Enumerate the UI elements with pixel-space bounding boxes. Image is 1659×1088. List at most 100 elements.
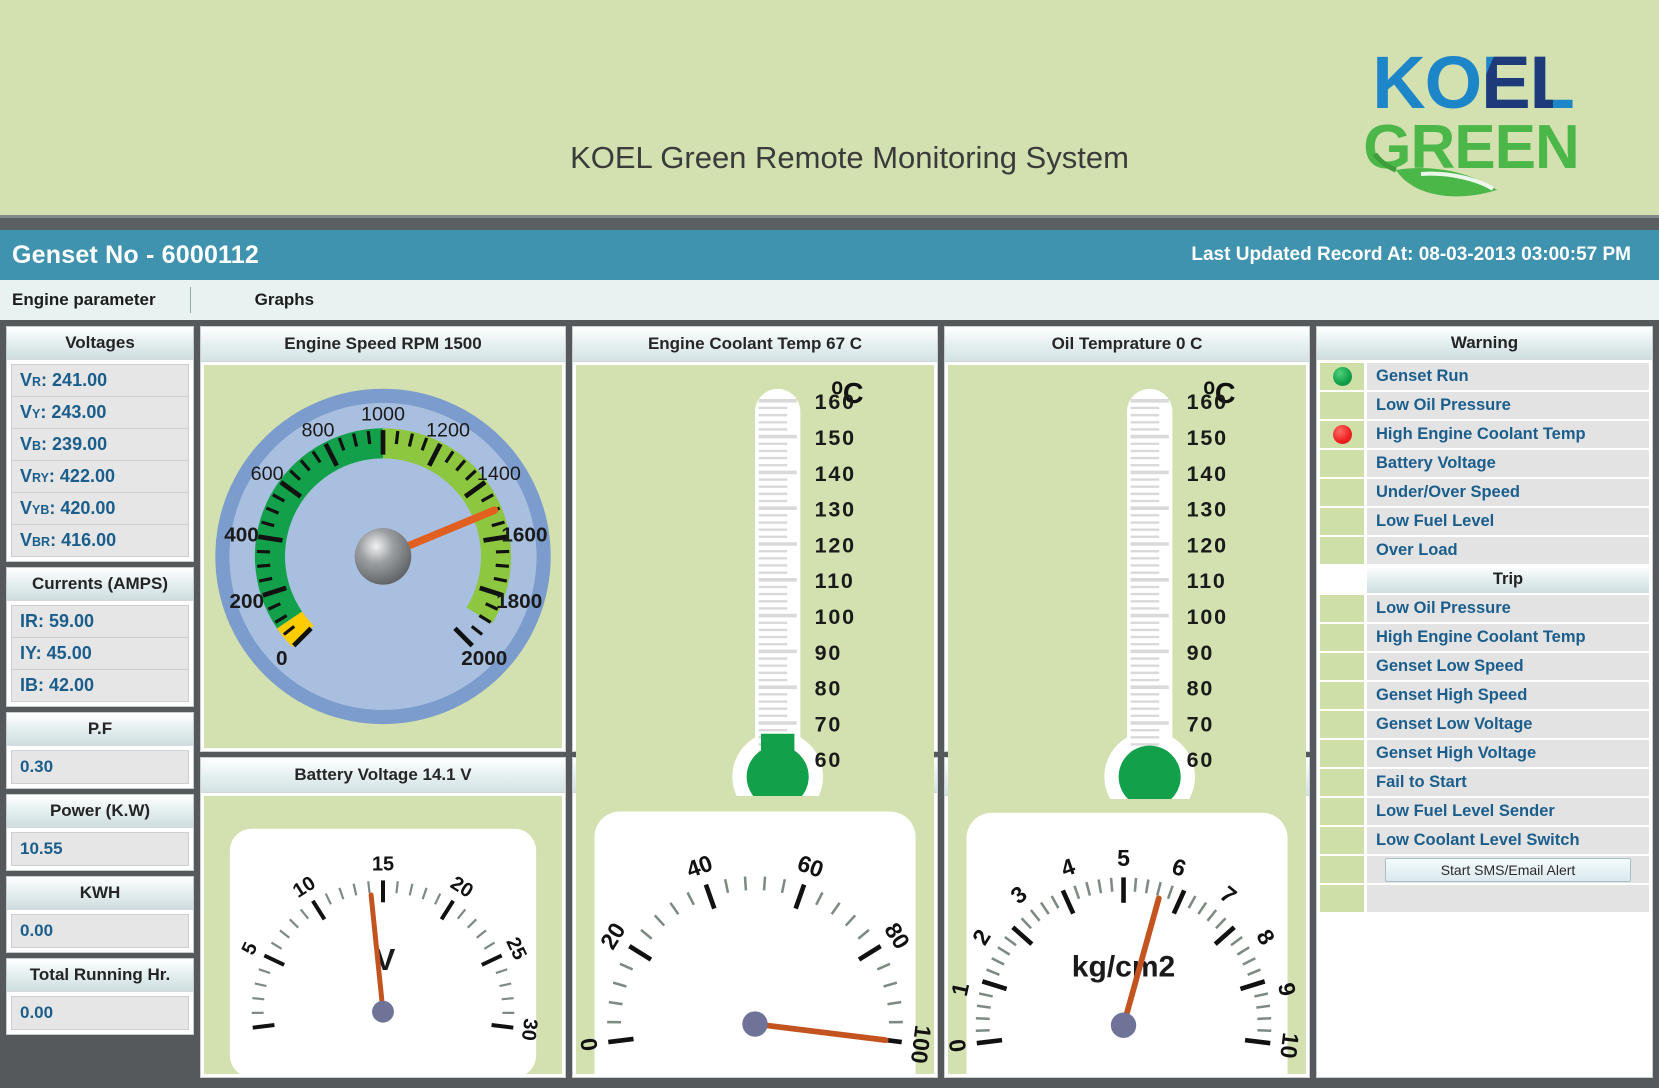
status-lamp-cell bbox=[1320, 740, 1364, 767]
status-label: Genset Low Voltage bbox=[1367, 711, 1649, 738]
warning-row: Over Load bbox=[1320, 537, 1649, 564]
tab-graphs[interactable]: Graphs bbox=[239, 280, 331, 320]
coolant-temp-title: Engine Coolant Temp 67 C bbox=[573, 327, 937, 362]
status-label: Genset High Speed bbox=[1367, 682, 1649, 709]
svg-text:120: 120 bbox=[815, 533, 856, 557]
trip-section-header: Trip bbox=[1320, 566, 1649, 593]
last-updated-timestamp: Last Updated Record At: 08-03-2013 03:00… bbox=[1191, 244, 1631, 265]
running-hours-value: 0.00 bbox=[11, 996, 189, 1030]
oil-pressure-unit-label: kg/cm2 bbox=[1072, 951, 1175, 984]
main-content: Voltages VR: 241.00 VY: 243.00 VB: 239.0… bbox=[0, 320, 1659, 1088]
voltage-sub-r: R bbox=[32, 375, 42, 389]
voltages-rows: VR: 241.00 VY: 243.00 VB: 239.00 VRY: 42… bbox=[7, 360, 193, 561]
alert-button-row: Start SMS/Email Alert bbox=[1320, 856, 1649, 883]
voltage-sub-br: BR bbox=[32, 535, 51, 549]
svg-text:100: 100 bbox=[815, 605, 856, 629]
status-label: Fail to Start bbox=[1367, 769, 1649, 796]
status-lamp-red-icon bbox=[1332, 425, 1352, 444]
svg-text:60: 60 bbox=[1187, 748, 1214, 772]
status-lamp-off-icon bbox=[1333, 686, 1352, 705]
trip-row: High Engine Coolant Temp bbox=[1320, 624, 1649, 651]
tab-bar: Engine parameter Graphs bbox=[0, 280, 1659, 320]
trip-row: Genset Low Speed bbox=[1320, 653, 1649, 680]
start-sms-email-alert-button[interactable]: Start SMS/Email Alert bbox=[1385, 857, 1631, 882]
warning-row: Low Oil Pressure bbox=[1320, 392, 1649, 419]
warning-panel-title: Warning bbox=[1317, 327, 1652, 360]
status-lamp-off-icon bbox=[1333, 483, 1352, 502]
status-label: Battery Voltage bbox=[1367, 450, 1649, 477]
current-row-iy: IY: 45.00 bbox=[11, 637, 189, 669]
tab-engine-parameter[interactable]: Engine parameter bbox=[0, 280, 172, 320]
svg-text:160: 160 bbox=[815, 390, 856, 414]
warning-row: Genset Run bbox=[1320, 363, 1649, 390]
voltage-row-vy: VY: 243.00 bbox=[11, 396, 189, 428]
status-label: Over Load bbox=[1367, 537, 1649, 564]
voltage-row-vbr: VBR: 416.00 bbox=[11, 524, 189, 557]
status-lamp-off-icon bbox=[1333, 744, 1352, 763]
battery-voltage-panel: Battery Voltage 14.1 V 5 10 15 20 25 30 V bbox=[200, 756, 566, 1078]
voltage-row-vyb: VYB: 420.00 bbox=[11, 492, 189, 524]
svg-text:60: 60 bbox=[815, 748, 842, 772]
svg-text:1400: 1400 bbox=[477, 463, 521, 485]
status-lamp-off-icon bbox=[1333, 802, 1352, 821]
gauge-column-3: Oil Temprature 0 C ⁰C 160 150 140 130 120 110… bbox=[944, 326, 1310, 1078]
status-lamp-cell bbox=[1320, 508, 1364, 535]
warning-list-filler-row bbox=[1320, 885, 1649, 912]
status-lamp-cell bbox=[1320, 827, 1364, 854]
engine-speed-panel: Engine Speed RPM 1500 0 200 400 600 800 1000 1… bbox=[200, 326, 566, 752]
status-lamp-cell bbox=[1320, 421, 1364, 448]
trip-header-spacer bbox=[1320, 566, 1364, 593]
svg-text:140: 140 bbox=[815, 462, 856, 486]
trip-row: Genset Low Voltage bbox=[1320, 711, 1649, 738]
status-lamp-cell bbox=[1320, 537, 1364, 564]
status-label: Low Oil Pressure bbox=[1367, 595, 1649, 622]
svg-text:70: 70 bbox=[1187, 712, 1214, 736]
status-lamp-cell bbox=[1320, 479, 1364, 506]
svg-text:GREEN: GREEN bbox=[1363, 113, 1578, 182]
status-lamp-off-icon bbox=[1333, 773, 1352, 792]
power-block: Power (K.W) 10.55 bbox=[6, 794, 194, 871]
status-lamp-off-icon bbox=[1333, 512, 1352, 531]
coolant-temp-body: ⁰C 160 150 140 130 120 110 100 90 80 70 60 bbox=[576, 365, 934, 843]
oil-pressure-panel: Engine Oil Pressure 5.8 kg/cm2 012345678… bbox=[944, 756, 1310, 1078]
parameters-sidebar: Voltages VR: 241.00 VY: 243.00 VB: 239.0… bbox=[6, 326, 194, 1078]
running-hours-block: Total Running Hr. 0.00 bbox=[6, 958, 194, 1035]
warning-column: Warning Genset Run Low Oil Pressure High E… bbox=[1316, 326, 1653, 1078]
koel-green-logo: KOEL KOEL GREEN bbox=[1301, 22, 1641, 202]
svg-text:130: 130 bbox=[1187, 498, 1228, 522]
filler-lamp-cell bbox=[1320, 885, 1364, 912]
svg-text:130: 130 bbox=[815, 498, 856, 522]
voltage-row-vr: VR: 241.00 bbox=[11, 364, 189, 396]
status-lamp-cell bbox=[1320, 392, 1364, 419]
battery-voltage-body: 5 10 15 20 25 30 V bbox=[204, 795, 562, 1074]
oil-temp-thermometer: ⁰C 16015014013012011010090807060 bbox=[1104, 378, 1236, 823]
svg-text:140: 140 bbox=[1187, 462, 1228, 486]
status-lamp-cell bbox=[1320, 624, 1364, 651]
svg-text:1800: 1800 bbox=[496, 590, 542, 613]
status-lamp-cell bbox=[1320, 450, 1364, 477]
trip-row: Low Fuel Level Sender bbox=[1320, 798, 1649, 825]
warning-panel: Warning Genset Run Low Oil Pressure High E… bbox=[1316, 326, 1653, 1078]
svg-text:90: 90 bbox=[815, 641, 842, 665]
voltage-value-vy: 243.00 bbox=[51, 402, 107, 422]
status-lamp-cell bbox=[1320, 682, 1364, 709]
svg-text:600: 600 bbox=[251, 463, 284, 485]
status-label: High Engine Coolant Temp bbox=[1367, 624, 1649, 651]
gauge-column-2: Engine Coolant Temp 67 C ⁰C 160 150 140 130… bbox=[572, 326, 938, 1078]
fuel-level-panel: Fuel Level 100% 020406080100 bbox=[572, 756, 938, 1078]
fuel-level-body: 0 20 40 60 80 100 bbox=[576, 795, 934, 1074]
coolant-temp-thermometer: ⁰C 16015014013012011010090807060 bbox=[732, 378, 864, 823]
status-lamp-off-icon bbox=[1333, 657, 1352, 676]
oil-pressure-gauge: 01234 5 678910 kg/cm2 bbox=[948, 813, 1304, 1074]
svg-text:200: 200 bbox=[230, 590, 265, 613]
status-lamp-cell bbox=[1320, 769, 1364, 796]
svg-text:100: 100 bbox=[1187, 605, 1228, 629]
status-label: Low Oil Pressure bbox=[1367, 392, 1649, 419]
status-lamp-off-icon bbox=[1333, 396, 1352, 415]
currents-rows: IR: 59.00 IY: 45.00 IB: 42.00 bbox=[7, 601, 193, 706]
trip-row: Genset High Voltage bbox=[1320, 740, 1649, 767]
app-root: KOEL Green Remote Monitoring System KOEL… bbox=[0, 0, 1659, 1088]
status-label: Genset High Voltage bbox=[1367, 740, 1649, 767]
power-factor-title: P.F bbox=[7, 713, 193, 746]
alert-lamp-cell bbox=[1320, 856, 1364, 883]
